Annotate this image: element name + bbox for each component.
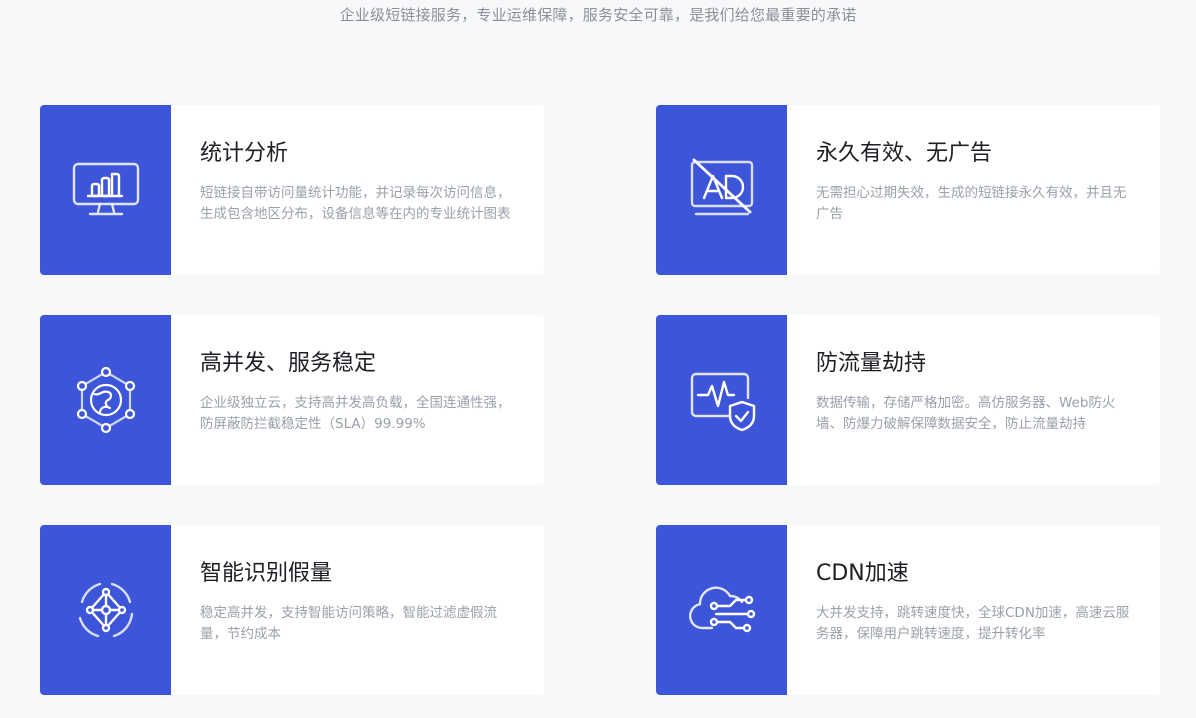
network-globe-icon xyxy=(76,366,135,434)
feature-card-anti-hijack: 防流量劫持 数据传输，存储严格加密。高仿服务器、Web防火墙、防爆力破解保障数据… xyxy=(656,315,1160,485)
smart-network-icon xyxy=(78,582,133,638)
feature-card-no-ads: 永久有效、无广告 无需担心过期失效，生成的短链接永久有效，并且无广告 xyxy=(656,105,1160,275)
feature-card-smart-detection: 智能识别假量 稳定高并发，支持智能访问策略，智能过滤虚假流量，节约成本 xyxy=(40,525,544,695)
shield-pulse-icon xyxy=(690,372,755,432)
cloud-cdn-icon xyxy=(688,586,755,633)
feature-card-cdn: CDN加速 大并发支持，跳转速度快，全球CDN加速，高速云服务器，保障用户跳转速… xyxy=(656,525,1160,695)
feature-title: 统计分析 xyxy=(200,141,289,166)
no-ads-icon xyxy=(690,158,753,216)
feature-card-statistics: 统计分析 短链接自带访问量统计功能，并记录每次访问信息，生成包含地区分布，设备信… xyxy=(40,105,544,275)
feature-title: CDN加速 xyxy=(816,561,909,586)
monitor-chart-icon xyxy=(72,162,139,216)
feature-card-high-concurrency: 高并发、服务稳定 企业级独立云，支持高并发高负载，全国连通性强，防屏蔽防拦截稳定… xyxy=(40,315,544,485)
feature-icon-box xyxy=(40,105,171,275)
feature-title: 智能识别假量 xyxy=(200,561,333,586)
feature-title: 高并发、服务稳定 xyxy=(200,351,377,376)
feature-title: 防流量劫持 xyxy=(816,351,927,376)
feature-description: 稳定高并发，支持智能访问策略，智能过滤虚假流量，节约成本 xyxy=(200,605,497,642)
feature-icon-box xyxy=(656,105,787,275)
feature-icon-box xyxy=(40,525,171,695)
feature-title: 永久有效、无广告 xyxy=(816,141,993,166)
feature-description: 数据传输，存储严格加密。高仿服务器、Web防火墙、防爆力破解保障数据安全，防止流… xyxy=(816,395,1116,432)
page-subtitle: 企业级短链接服务，专业运维保障，服务安全可靠，是我们给您最重要的承诺 xyxy=(339,6,857,24)
feature-icon-box xyxy=(40,315,171,485)
feature-description: 短链接自带访问量统计功能，并记录每次访问信息，生成包含地区分布，设备信息等在内的… xyxy=(200,185,511,222)
feature-icon-box xyxy=(656,525,787,695)
feature-description: 企业级独立云，支持高并发高负载，全国连通性强，防屏蔽防拦截稳定性（SLA）99.… xyxy=(200,395,511,432)
feature-icon-box xyxy=(656,315,787,485)
feature-description: 无需担心过期失效，生成的短链接永久有效，并且无广告 xyxy=(816,185,1127,222)
feature-description: 大并发支持，跳转速度快，全球CDN加速，高速云服务器，保障用户跳转速度，提升转化… xyxy=(816,605,1130,642)
